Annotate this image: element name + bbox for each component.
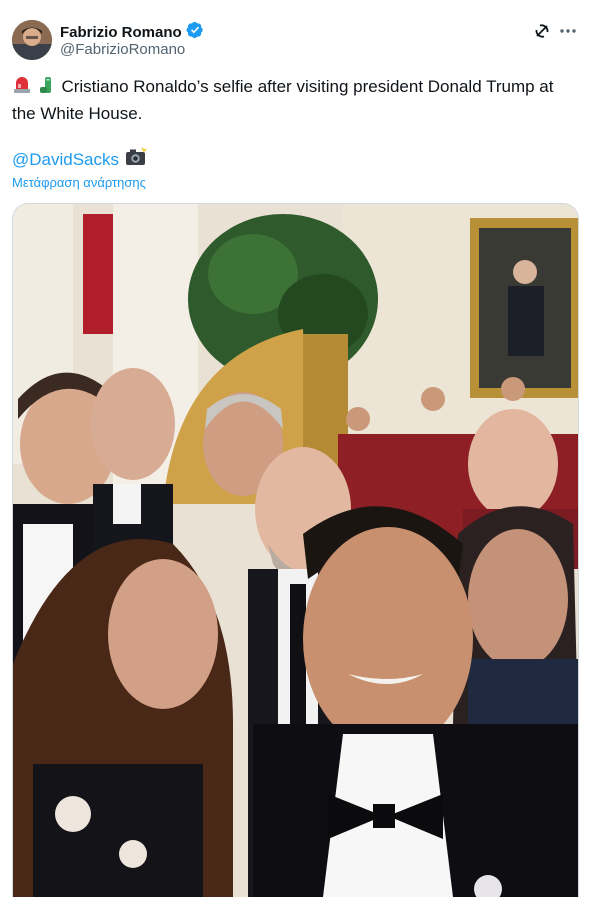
camera-flash-emoji: [125, 147, 147, 172]
author-handle[interactable]: @FabrizioRomano: [60, 41, 185, 58]
verified-badge-icon: [186, 21, 204, 44]
mention-link[interactable]: @DavidSacks: [12, 150, 119, 170]
more-options-icon[interactable]: [558, 21, 578, 41]
tweet-text: Cristiano Ronaldo’s selfie after visitin…: [12, 75, 578, 126]
tweet-header: Fabrizio Romano @FabrizioRomano: [12, 18, 578, 62]
rotating-light-emoji: [12, 75, 32, 102]
translate-post-link[interactable]: Μετάφραση ανάρτησης: [12, 175, 146, 190]
avatar[interactable]: [12, 20, 52, 60]
author-display-name[interactable]: Fabrizio Romano: [60, 24, 182, 41]
tweet-photo[interactable]: [12, 203, 579, 897]
tweet-body: Cristiano Ronaldo’s selfie after visitin…: [12, 77, 554, 123]
phone-emoji: [37, 75, 57, 102]
mention-row: @DavidSacks: [12, 147, 147, 172]
grok-icon[interactable]: [532, 21, 552, 41]
selfie-image: [13, 204, 578, 897]
